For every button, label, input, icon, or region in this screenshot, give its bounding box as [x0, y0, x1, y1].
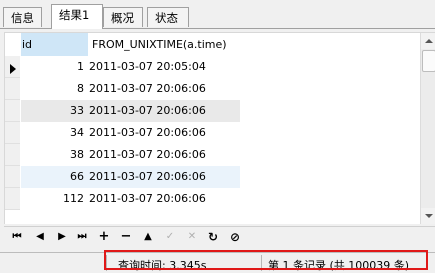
row-selector[interactable]	[5, 166, 20, 188]
result-grid: id FROM_UNIXTIME(a.time) 1 2011-03-07 20…	[4, 32, 435, 224]
cell-id[interactable]: 1	[21, 56, 84, 78]
vertical-scrollbar[interactable]	[420, 33, 435, 224]
scroll-up-icon	[425, 39, 433, 43]
cell-id[interactable]: 33	[21, 100, 84, 122]
cell-time[interactable]: 2011-03-07 20:06:06	[89, 122, 206, 144]
cell-id[interactable]: 112	[21, 188, 84, 210]
tab-result1[interactable]: 结果1	[51, 4, 103, 29]
delete-record-icon[interactable]: −	[119, 229, 133, 245]
cell-id[interactable]: 66	[21, 166, 84, 188]
cell-time[interactable]: 2011-03-07 20:06:06	[89, 188, 206, 210]
cell-id[interactable]: 38	[21, 144, 84, 166]
row-selector[interactable]	[5, 100, 20, 122]
row-selector[interactable]	[5, 122, 20, 144]
table-row[interactable]: 66 2011-03-07 20:06:06	[21, 166, 240, 188]
cell-time[interactable]: 2011-03-07 20:06:06	[89, 78, 206, 100]
highlight-box	[104, 250, 428, 270]
cell-time[interactable]: 2011-03-07 20:06:06	[89, 166, 206, 188]
tab-profile[interactable]: 概况	[103, 7, 143, 27]
table-row[interactable]: 34 2011-03-07 20:06:06	[21, 122, 240, 144]
table-row[interactable]: 112 2011-03-07 20:06:06	[21, 188, 240, 210]
scroll-down-icon	[425, 214, 433, 218]
cell-id[interactable]: 34	[21, 122, 84, 144]
cell-time[interactable]: 2011-03-07 20:06:06	[89, 100, 206, 122]
tab-info[interactable]: 信息	[3, 7, 42, 27]
row-selector[interactable]	[5, 144, 20, 166]
refresh-icon[interactable]: ↻	[206, 229, 220, 245]
navigation-toolbar: ⏮ ◀ ▶ ⏭ + − ▲ ✓ ✕ ↻ ⊘	[4, 226, 435, 247]
scroll-down-button[interactable]	[421, 208, 435, 224]
stop-icon[interactable]: ⊘	[228, 229, 242, 245]
scroll-up-button[interactable]	[421, 33, 435, 49]
scroll-thumb[interactable]	[422, 50, 435, 72]
next-record-icon[interactable]: ▶	[55, 229, 69, 245]
row-selector[interactable]	[5, 188, 20, 210]
apply-changes-icon[interactable]: ✓	[163, 229, 177, 245]
cell-time[interactable]: 2011-03-07 20:05:04	[89, 56, 206, 78]
table-row[interactable]: 33 2011-03-07 20:06:06	[21, 100, 240, 122]
table-row[interactable]: 1 2011-03-07 20:05:04	[21, 56, 240, 78]
prev-record-icon[interactable]: ◀	[33, 229, 47, 245]
column-header-time[interactable]: FROM_UNIXTIME(a.time)	[89, 33, 239, 56]
discard-changes-icon[interactable]: ✕	[185, 229, 199, 245]
add-record-icon[interactable]: +	[97, 229, 111, 245]
cell-id[interactable]: 8	[21, 78, 84, 100]
cell-time[interactable]: 2011-03-07 20:06:06	[89, 144, 206, 166]
tab-bar: 信息 结果1 概况 状态	[0, 0, 435, 29]
table-row[interactable]: 38 2011-03-07 20:06:06	[21, 144, 240, 166]
column-header-id[interactable]: id	[21, 33, 88, 56]
tab-status[interactable]: 状态	[147, 7, 189, 27]
first-record-icon[interactable]: ⏮	[10, 229, 24, 245]
move-up-icon[interactable]: ▲	[141, 229, 155, 245]
row-selector[interactable]	[5, 78, 20, 100]
table-row[interactable]: 8 2011-03-07 20:06:06	[21, 78, 240, 100]
last-record-icon[interactable]: ⏭	[75, 229, 89, 245]
current-row-arrow-icon	[10, 64, 16, 74]
